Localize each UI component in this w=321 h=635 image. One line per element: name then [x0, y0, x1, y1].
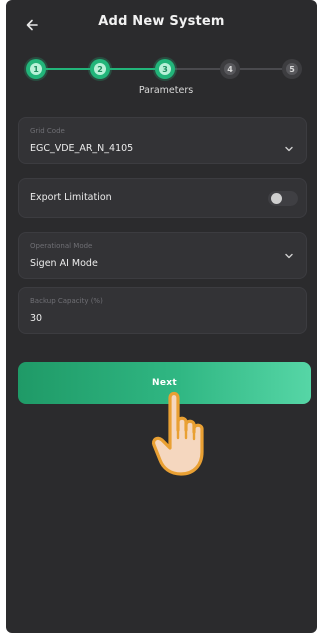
- chevron-down-icon: [282, 142, 296, 156]
- app-screen: Add New System 1 2 3 4 5 Parameters Grid…: [6, 0, 317, 633]
- step-number: 2: [94, 63, 106, 75]
- backup-capacity-field[interactable]: Backup Capacity (%) 30: [18, 287, 307, 334]
- backup-capacity-value: 30: [30, 313, 43, 324]
- progress-stepper: 1 2 3 4 5 Parameters: [6, 54, 317, 102]
- grid-code-value: EGC_VDE_AR_N_4105: [30, 143, 134, 154]
- step-number: 3: [159, 63, 171, 75]
- operational-mode-value: Sigen AI Mode: [30, 258, 98, 269]
- step-number: 1: [30, 63, 42, 75]
- step-4: 4: [220, 59, 240, 79]
- pointing-hand-icon: [151, 391, 204, 476]
- step-connector: [175, 68, 220, 70]
- step-5: 5: [282, 59, 302, 79]
- export-limitation-label: Export Limitation: [30, 192, 112, 203]
- grid-code-select[interactable]: Grid Code EGC_VDE_AR_N_4105: [18, 117, 307, 164]
- backup-capacity-label: Backup Capacity (%): [30, 297, 103, 305]
- header: Add New System: [6, 0, 317, 48]
- step-connector: [240, 68, 282, 70]
- toggle-knob: [271, 193, 282, 204]
- step-2: 2: [90, 59, 110, 79]
- page-title: Add New System: [98, 14, 225, 29]
- operational-mode-select[interactable]: Operational Mode Sigen AI Mode: [18, 232, 307, 279]
- step-number: 5: [286, 63, 298, 75]
- export-limitation-toggle[interactable]: [268, 191, 298, 206]
- grid-code-label: Grid Code: [30, 127, 65, 135]
- operational-mode-label: Operational Mode: [30, 242, 93, 250]
- step-connector: [110, 68, 155, 70]
- export-limitation-row: Export Limitation: [18, 178, 307, 218]
- step-1: 1: [26, 59, 46, 79]
- chevron-down-icon: [282, 249, 296, 263]
- step-number: 4: [224, 63, 236, 75]
- step-3: 3: [155, 59, 175, 79]
- current-step-label: Parameters: [138, 85, 194, 96]
